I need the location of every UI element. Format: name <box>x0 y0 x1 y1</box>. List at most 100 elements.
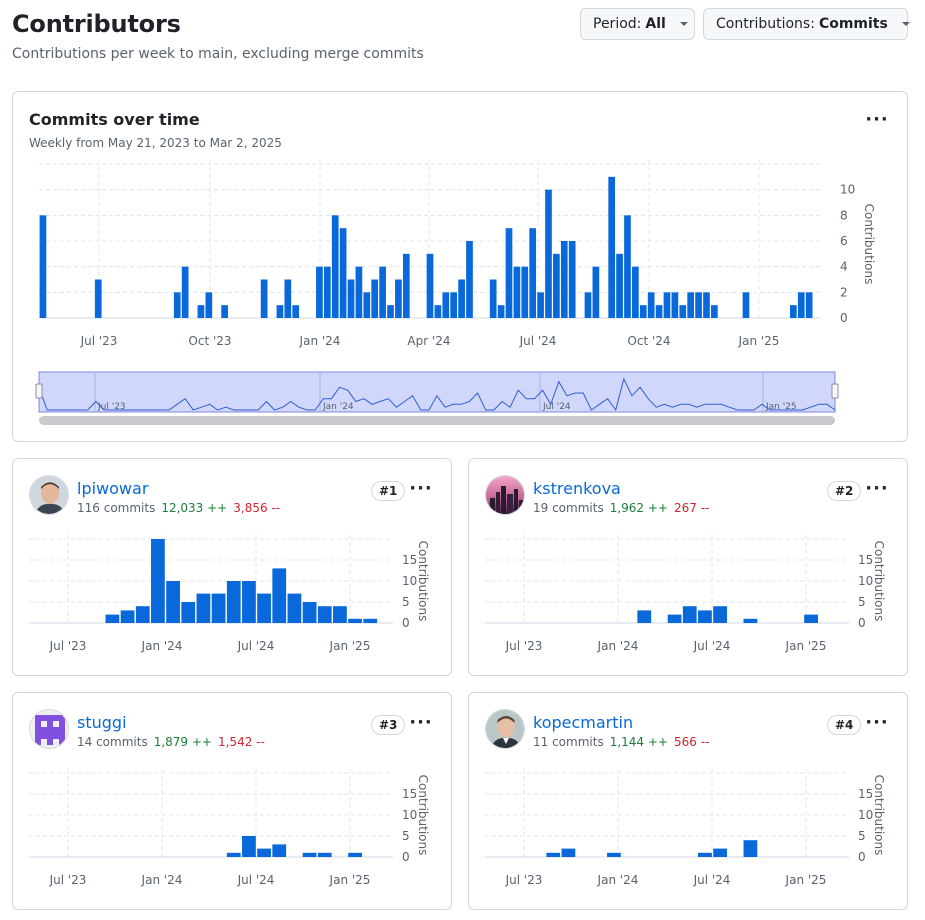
x-tick-label: Jan '25 <box>329 873 371 887</box>
bar <box>242 581 256 623</box>
bar <box>339 228 347 318</box>
y-tick-label: 5 <box>402 829 410 843</box>
y-axis-title: Contributions <box>862 204 876 285</box>
bar <box>639 305 647 318</box>
period-value: All <box>645 16 666 32</box>
bar <box>466 241 473 318</box>
x-tick-label: Jan '24 <box>141 873 183 887</box>
contributions-value: Commits <box>818 16 888 32</box>
bar <box>743 618 758 623</box>
bar <box>387 305 394 318</box>
period-dropdown[interactable]: Period: All <box>580 8 695 40</box>
bar <box>135 606 150 623</box>
bar <box>302 602 317 623</box>
y-tick-label: 6 <box>840 234 848 248</box>
x-tick-label: Jan '25 <box>738 334 780 348</box>
contributor-card: kstrenkova 19 commits 1,962 ++ 267 -- #2 ·… <box>468 458 908 676</box>
y-tick-label: 8 <box>840 208 848 222</box>
y-tick-label: 15 <box>402 787 417 801</box>
y-tick-label: 4 <box>840 260 848 274</box>
bar <box>242 836 256 857</box>
navigator-scrollbar[interactable] <box>39 416 835 425</box>
bar <box>679 305 687 318</box>
bar <box>671 292 679 318</box>
bar <box>316 266 323 318</box>
bar <box>553 253 560 318</box>
bar <box>120 610 135 623</box>
y-tick-label: 10 <box>402 574 417 588</box>
triangle-down-icon <box>679 22 688 26</box>
contributor-chart: 0 5 10 15 Jul '23 Jan '24 Jul '24 Jan '25 Contri… <box>485 535 886 653</box>
bar <box>292 305 300 318</box>
navigator-handle[interactable] <box>831 383 839 399</box>
bar <box>347 279 355 318</box>
contributor-chart: 0 5 10 15 Jul '23 Jan '24 Jul '24 Jan '25 Contri… <box>485 769 886 887</box>
bar <box>302 852 317 857</box>
bar <box>711 305 718 318</box>
y-axis-title: Contributions <box>416 541 430 622</box>
x-tick-label: Jul '24 <box>693 639 731 653</box>
navigator-tick-label: Jul '24 <box>542 402 571 412</box>
bar <box>363 292 371 318</box>
bar <box>272 844 287 857</box>
x-tick-label: Oct '24 <box>627 334 670 348</box>
bar <box>568 241 576 318</box>
x-tick-label: Jul '23 <box>505 873 543 887</box>
bar <box>317 606 332 623</box>
bar <box>655 305 663 318</box>
bar <box>698 610 712 623</box>
bar <box>624 215 631 318</box>
bar <box>695 292 702 318</box>
bar <box>742 292 750 318</box>
bar <box>458 279 465 318</box>
bar <box>151 539 165 623</box>
navigator-range <box>38 371 836 413</box>
y-tick-label: 10 <box>402 808 417 822</box>
bar <box>181 602 196 623</box>
y-tick-label: 0 <box>840 311 848 325</box>
bar <box>632 266 639 318</box>
commits-over-time-card: Commits over time Weekly from May 21, 20… <box>12 91 908 442</box>
bar <box>513 266 521 318</box>
bar <box>434 305 442 318</box>
bar <box>713 606 727 623</box>
bar <box>608 176 616 318</box>
bar <box>442 292 450 318</box>
bar <box>607 852 621 857</box>
bar <box>616 253 623 318</box>
y-tick-label: 5 <box>858 829 866 843</box>
y-tick-label: 15 <box>858 553 873 567</box>
x-tick-label: Jul '24 <box>693 873 731 887</box>
contributor-chart: 0 5 10 15 Jul '23 Jan '24 Jul '24 Jan '25 Contri… <box>29 535 430 653</box>
bar <box>39 215 47 318</box>
y-tick-label: 0 <box>858 616 866 630</box>
period-label: Period: <box>593 16 642 32</box>
page-title: Contributors <box>12 10 181 38</box>
bar <box>402 253 410 318</box>
y-tick-label: 5 <box>402 595 410 609</box>
y-axis-title: Contributions <box>872 541 886 622</box>
bar <box>546 852 561 857</box>
bar <box>395 279 402 318</box>
bar <box>426 253 434 318</box>
bar <box>682 606 697 623</box>
bar <box>804 614 818 623</box>
bar <box>450 292 458 318</box>
bar <box>667 614 682 623</box>
x-tick-label: Jan '25 <box>785 873 827 887</box>
x-tick-label: Jul '24 <box>519 334 557 348</box>
contributions-dropdown[interactable]: Contributions: Commits <box>703 8 910 40</box>
navigator-handle[interactable] <box>35 383 43 399</box>
y-tick-label: 10 <box>840 183 855 197</box>
bar <box>348 618 362 623</box>
bar <box>379 266 386 318</box>
bar <box>173 292 181 318</box>
bar <box>355 266 363 318</box>
y-tick-label: 2 <box>840 285 848 299</box>
bar <box>348 852 362 857</box>
bar <box>743 840 758 857</box>
bar <box>371 279 379 318</box>
bar <box>181 266 189 318</box>
bar <box>94 279 102 318</box>
y-tick-label: 10 <box>858 808 873 822</box>
